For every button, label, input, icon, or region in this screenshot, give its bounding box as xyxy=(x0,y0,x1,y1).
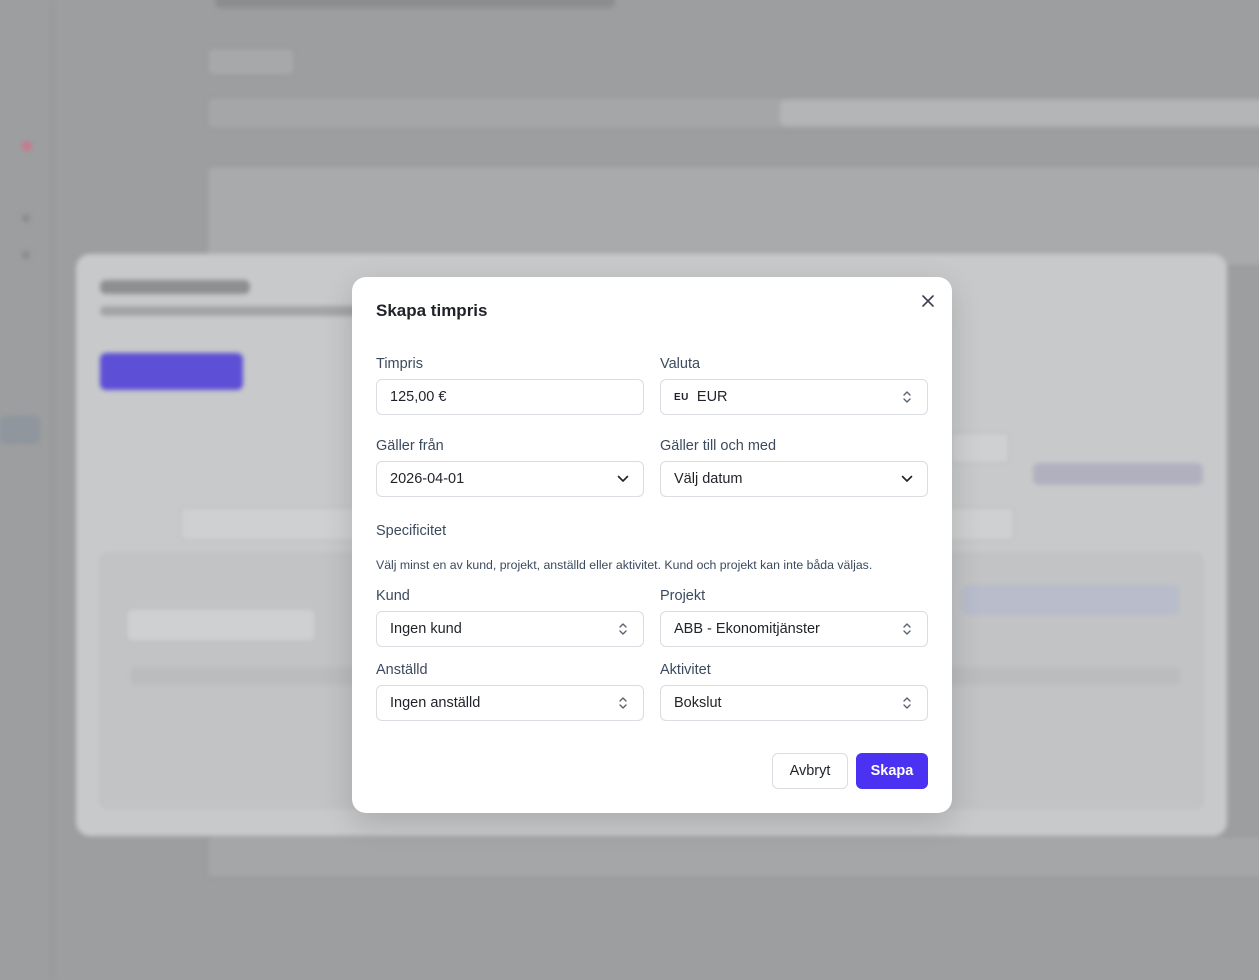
bg-panel-title xyxy=(100,280,250,294)
create-button[interactable]: Skapa xyxy=(856,753,928,789)
specificity-title: Specificitet xyxy=(376,523,447,539)
bg-filter-chip xyxy=(1033,463,1203,485)
customer-label: Kund xyxy=(376,588,410,604)
cancel-button[interactable]: Avbryt xyxy=(772,753,848,789)
bg-card xyxy=(207,166,1259,266)
chevron-up-down-icon xyxy=(900,622,914,636)
bg-tab-active xyxy=(780,100,1259,126)
valid-to-picker[interactable]: Välj datum xyxy=(660,461,928,497)
activity-select[interactable]: Bokslut xyxy=(660,685,928,721)
project-select[interactable]: ABB - Ekonomitjänster xyxy=(660,611,928,647)
bg-nav-dot xyxy=(22,214,30,222)
chevron-up-down-icon xyxy=(616,622,630,636)
valid-from-label: Gäller från xyxy=(376,438,444,454)
bg-add-button xyxy=(100,353,243,390)
chevron-down-icon xyxy=(616,472,630,486)
currency-label: Valuta xyxy=(660,356,701,372)
bg-breadcrumb xyxy=(215,0,615,8)
chevron-up-down-icon xyxy=(900,696,914,710)
bg-nav-dot xyxy=(22,251,30,259)
bg-nav-active xyxy=(0,416,40,444)
valid-from-value: 2026-04-01 xyxy=(390,471,465,487)
valid-to-value: Välj datum xyxy=(674,471,743,487)
customer-select[interactable]: Ingen kund xyxy=(376,611,644,647)
employee-value: Ingen anställd xyxy=(390,695,481,711)
rate-label: Timpris xyxy=(376,356,423,372)
activity-value: Bokslut xyxy=(674,695,722,711)
chevron-up-down-icon xyxy=(900,390,914,404)
bg-select xyxy=(180,507,370,541)
bg-logo-dot xyxy=(22,141,32,151)
project-label: Projekt xyxy=(660,588,706,604)
chevron-down-icon xyxy=(900,472,914,486)
bg-help-chip xyxy=(962,585,1179,615)
valid-to-label: Gäller till och med xyxy=(660,438,777,454)
chevron-up-down-icon xyxy=(616,696,630,710)
eu-flag-icon: EU xyxy=(674,391,689,403)
currency-select[interactable]: EU EUR xyxy=(660,379,928,415)
close-icon xyxy=(922,294,934,312)
employee-select[interactable]: Ingen anställd xyxy=(376,685,644,721)
bg-tab-chip xyxy=(207,48,295,76)
create-rate-dialog: Skapa timpris Timpris 125,00 € Valuta EU… xyxy=(352,277,952,813)
bg-panel-subtitle xyxy=(100,306,360,316)
bg-select xyxy=(126,608,316,642)
employee-label: Anställd xyxy=(376,662,428,678)
close-button[interactable] xyxy=(918,293,938,313)
specificity-hint: Välj minst en av kund, projekt, anställd… xyxy=(376,558,873,572)
activity-label: Aktivitet xyxy=(660,662,711,678)
rate-input[interactable]: 125,00 € xyxy=(376,379,644,415)
dialog-title: Skapa timpris xyxy=(376,301,488,320)
valid-from-picker[interactable]: 2026-04-01 xyxy=(376,461,644,497)
bg-date-select xyxy=(950,432,1010,464)
rate-value: 125,00 € xyxy=(390,389,447,405)
project-value: ABB - Ekonomitjänster xyxy=(674,621,820,637)
customer-value: Ingen kund xyxy=(390,621,462,637)
bg-footer-bar xyxy=(207,836,1259,878)
currency-value: EUR xyxy=(696,389,728,405)
